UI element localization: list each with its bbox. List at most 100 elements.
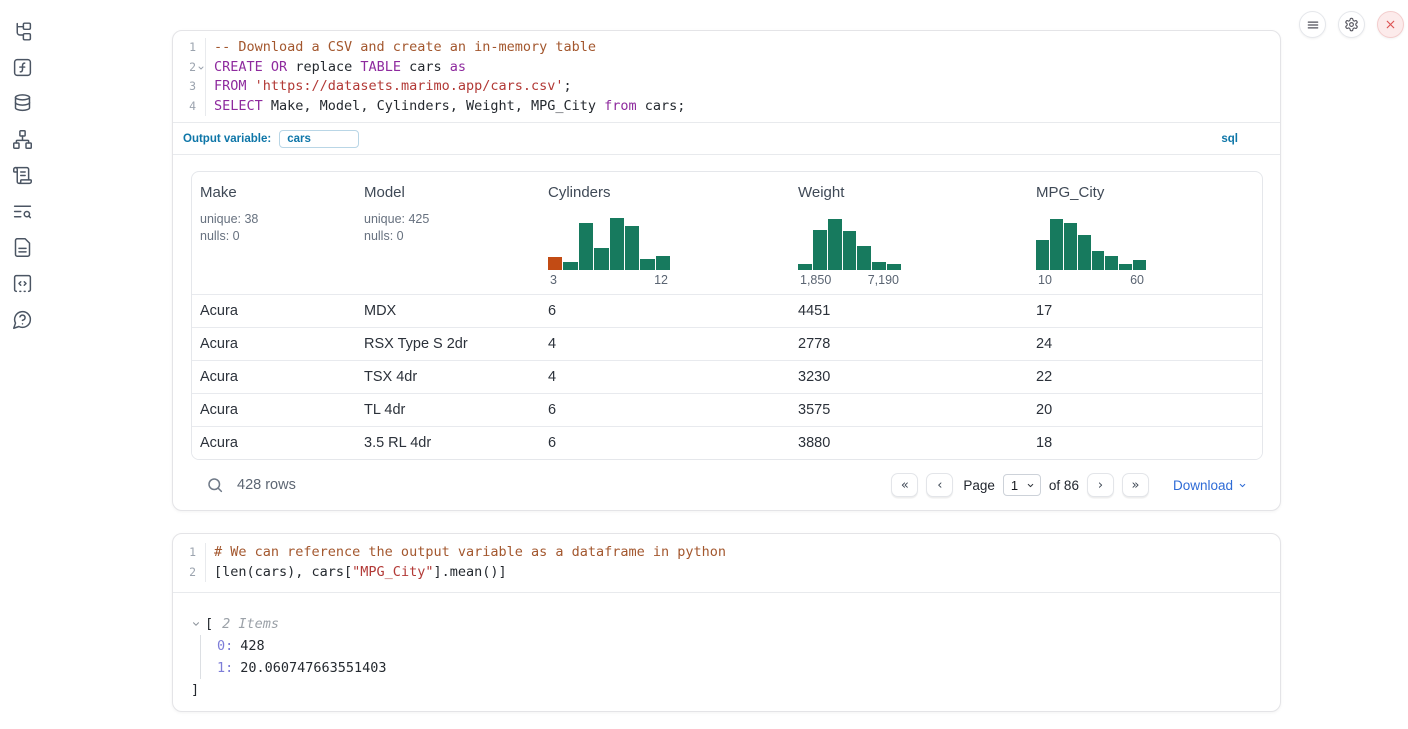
histogram-bar bbox=[1050, 219, 1063, 270]
close-icon bbox=[1384, 18, 1397, 31]
histogram-bar bbox=[594, 248, 608, 270]
sql-code-editor[interactable]: 1-- Download a CSV and create an in-memo… bbox=[173, 31, 1280, 122]
last-page-button[interactable]: » bbox=[1122, 473, 1149, 497]
table-cell: 3880 bbox=[790, 435, 1028, 451]
histogram-bar bbox=[610, 218, 624, 271]
histogram-bar bbox=[625, 226, 639, 270]
documentation-icon[interactable] bbox=[12, 237, 33, 258]
chevron-down-icon bbox=[1026, 481, 1035, 490]
table-row[interactable]: AcuraTL 4dr6357520 bbox=[192, 393, 1262, 426]
table-cell: 24 bbox=[1028, 336, 1262, 352]
axis-max-label: 60 bbox=[1130, 273, 1144, 287]
line-number: 4 bbox=[189, 97, 196, 117]
shutdown-button[interactable] bbox=[1377, 11, 1404, 38]
histogram-bar bbox=[1119, 264, 1132, 270]
line-number: 2 bbox=[189, 563, 196, 583]
histogram-bar bbox=[887, 264, 901, 270]
table-cell: 3575 bbox=[790, 402, 1028, 418]
snippets-icon[interactable] bbox=[12, 273, 33, 294]
column-stat: unique: 38 bbox=[200, 211, 356, 228]
language-badge: sql bbox=[1221, 133, 1238, 145]
code-line: 3FROM 'https://datasets.marimo.app/cars.… bbox=[173, 77, 1280, 97]
histogram-bar bbox=[813, 230, 827, 270]
output-variable-label: Output variable: bbox=[183, 133, 271, 145]
fold-chevron-icon[interactable] bbox=[197, 64, 205, 72]
scratchpad-icon[interactable] bbox=[12, 165, 33, 186]
column-header-weight[interactable]: Weight 1,850 7,190 bbox=[790, 172, 1028, 294]
page-total: of 86 bbox=[1049, 478, 1079, 493]
histogram-bar bbox=[579, 223, 593, 271]
table-cell: Acura bbox=[192, 336, 356, 352]
first-page-button[interactable]: « bbox=[891, 473, 918, 497]
help-icon[interactable] bbox=[12, 309, 33, 330]
notebook-actions bbox=[1299, 11, 1404, 38]
dependency-graph-icon[interactable] bbox=[12, 129, 33, 150]
python-cell: 1# We can reference the output variable … bbox=[172, 533, 1281, 712]
histogram-bar bbox=[563, 262, 577, 270]
weight-histogram: 1,850 7,190 bbox=[798, 215, 901, 287]
table-row[interactable]: Acura3.5 RL 4dr6388018 bbox=[192, 426, 1262, 459]
column-stat: nulls: 0 bbox=[200, 228, 356, 245]
axis-min-label: 1,850 bbox=[800, 273, 831, 287]
cylinders-histogram: 3 12 bbox=[548, 215, 670, 287]
tree-item: 1:20.060747663551403 bbox=[217, 657, 1280, 679]
table-cell: RSX Type S 2dr bbox=[356, 336, 540, 352]
histogram-bar bbox=[872, 262, 886, 271]
column-header-make[interactable]: Make unique: 38 nulls: 0 bbox=[192, 172, 356, 294]
table-cell: 3230 bbox=[790, 369, 1028, 385]
menu-button[interactable] bbox=[1299, 11, 1326, 38]
table-header: Make unique: 38 nulls: 0 Model unique: 4… bbox=[192, 172, 1262, 294]
page-label: Page bbox=[963, 478, 995, 493]
variables-icon[interactable] bbox=[12, 57, 33, 78]
column-header-cylinders[interactable]: Cylinders 3 12 bbox=[540, 172, 790, 294]
table-cell: 6 bbox=[540, 303, 790, 319]
histogram-bar bbox=[1133, 260, 1146, 270]
data-sources-icon[interactable] bbox=[12, 93, 33, 114]
table-cell: Acura bbox=[192, 435, 356, 451]
table-row[interactable]: AcuraTSX 4dr4323022 bbox=[192, 360, 1262, 393]
line-number: 3 bbox=[189, 77, 196, 97]
table-output: Make unique: 38 nulls: 0 Model unique: 4… bbox=[191, 171, 1263, 510]
prev-page-button[interactable]: ‹ bbox=[926, 473, 953, 497]
page-select[interactable]: 1 bbox=[1003, 474, 1041, 496]
search-icon[interactable] bbox=[206, 476, 224, 494]
table-cell: 4451 bbox=[790, 303, 1028, 319]
output-variable-input[interactable] bbox=[279, 130, 359, 148]
line-number: 1 bbox=[189, 38, 196, 58]
collapse-chevron-icon[interactable] bbox=[191, 619, 201, 629]
tree-item-key: 0: bbox=[217, 638, 233, 654]
code-line: 2CREATE OR replace TABLE cars as bbox=[173, 58, 1280, 78]
table-row[interactable]: AcuraRSX Type S 2dr4277824 bbox=[192, 327, 1262, 360]
table-row[interactable]: AcuraMDX6445117 bbox=[192, 294, 1262, 327]
histogram-bar bbox=[640, 259, 654, 270]
hamburger-icon bbox=[1306, 18, 1320, 32]
settings-button[interactable] bbox=[1338, 11, 1365, 38]
code-line: 2[len(cars), cars["MPG_City"].mean()] bbox=[173, 563, 1280, 583]
table-cell: 6 bbox=[540, 402, 790, 418]
logs-icon[interactable] bbox=[12, 201, 33, 222]
next-page-button[interactable]: › bbox=[1087, 473, 1114, 497]
mpg-city-histogram: 10 60 bbox=[1036, 215, 1146, 287]
table-cell: 20 bbox=[1028, 402, 1262, 418]
line-number: 2 bbox=[189, 58, 196, 78]
axis-max-label: 7,190 bbox=[868, 273, 899, 287]
open-bracket: [ bbox=[205, 613, 213, 635]
table-cell: 22 bbox=[1028, 369, 1262, 385]
table-cell: 17 bbox=[1028, 303, 1262, 319]
tree-item-value: 428 bbox=[240, 638, 264, 654]
table-cell: 2778 bbox=[790, 336, 1028, 352]
file-explorer-icon[interactable] bbox=[12, 21, 33, 42]
column-header-mpg-city[interactable]: MPG_City 10 60 bbox=[1028, 172, 1262, 294]
download-button[interactable]: Download bbox=[1173, 478, 1247, 493]
python-code-editor[interactable]: 1# We can reference the output variable … bbox=[173, 534, 1280, 592]
histogram-bar bbox=[857, 246, 871, 271]
output-variable-row: Output variable: sql bbox=[173, 122, 1280, 155]
table-cell: 4 bbox=[540, 369, 790, 385]
code-line: 4SELECT Make, Model, Cylinders, Weight, … bbox=[173, 97, 1280, 117]
histogram-bar bbox=[828, 219, 842, 270]
column-header-model[interactable]: Model unique: 425 nulls: 0 bbox=[356, 172, 540, 294]
table-cell: 6 bbox=[540, 435, 790, 451]
table-cell: MDX bbox=[356, 303, 540, 319]
table-body: AcuraMDX6445117AcuraRSX Type S 2dr427782… bbox=[192, 294, 1262, 459]
code-line: 1# We can reference the output variable … bbox=[173, 543, 1280, 563]
